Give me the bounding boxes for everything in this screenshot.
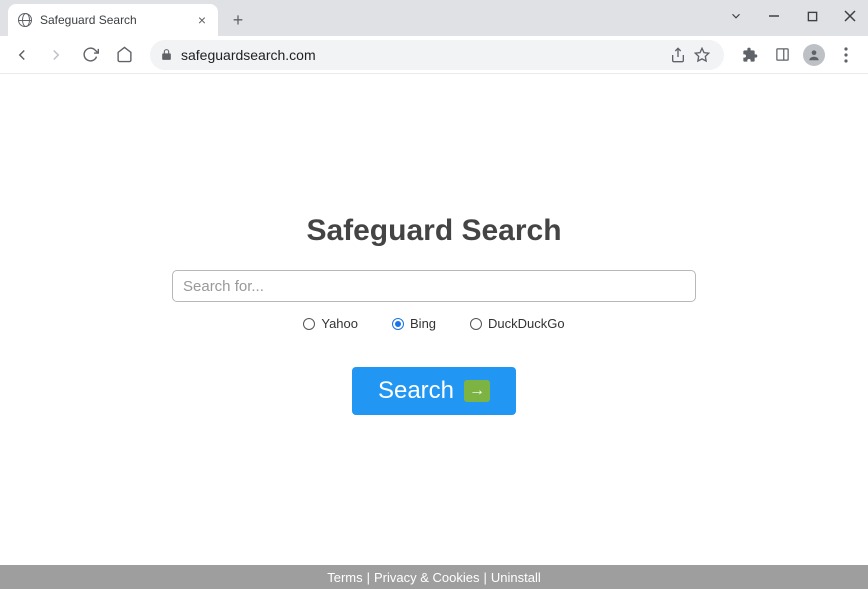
back-button[interactable] [8, 41, 36, 69]
search-button-label: Search [378, 377, 454, 405]
search-button[interactable]: Search → [352, 367, 516, 415]
arrow-right-icon: → [464, 380, 490, 402]
tab-strip: Safeguard Search × + [0, 0, 868, 36]
radio-icon [470, 318, 482, 330]
engine-label: Yahoo [321, 316, 358, 331]
home-button[interactable] [110, 41, 138, 69]
footer-sep: | [367, 570, 370, 585]
footer-uninstall-link[interactable]: Uninstall [491, 570, 541, 585]
footer-terms-link[interactable]: Terms [327, 570, 362, 585]
footer-sep: | [484, 570, 487, 585]
close-tab-icon[interactable]: × [196, 12, 208, 28]
browser-toolbar: safeguardsearch.com [0, 36, 868, 74]
address-bar[interactable]: safeguardsearch.com [150, 40, 724, 70]
bookmark-star-icon[interactable] [690, 47, 714, 63]
lock-icon [160, 48, 173, 61]
engine-radio-group: Yahoo Bing DuckDuckGo [303, 316, 564, 331]
engine-label: DuckDuckGo [488, 316, 565, 331]
browser-tab[interactable]: Safeguard Search × [8, 4, 218, 36]
minimize-icon[interactable] [762, 4, 786, 28]
url-text: safeguardsearch.com [181, 47, 666, 63]
engine-option-yahoo[interactable]: Yahoo [303, 316, 358, 331]
forward-button[interactable] [42, 41, 70, 69]
new-tab-button[interactable]: + [224, 6, 252, 34]
page-content: Safeguard Search Yahoo Bing DuckDuckGo S… [0, 74, 868, 589]
footer: Terms | Privacy & Cookies | Uninstall [0, 565, 868, 589]
toolbar-right [736, 41, 860, 69]
page-title: Safeguard Search [306, 214, 561, 248]
tab-title: Safeguard Search [40, 13, 196, 27]
engine-option-duckduckgo[interactable]: DuckDuckGo [470, 316, 565, 331]
search-input[interactable] [172, 270, 696, 302]
profile-avatar[interactable] [800, 41, 828, 69]
share-icon[interactable] [666, 47, 690, 63]
maximize-icon[interactable] [800, 4, 824, 28]
window-controls [724, 4, 862, 28]
side-panel-icon[interactable] [768, 41, 796, 69]
engine-option-bing[interactable]: Bing [392, 316, 436, 331]
extensions-icon[interactable] [736, 41, 764, 69]
radio-icon [303, 318, 315, 330]
engine-label: Bing [410, 316, 436, 331]
globe-icon [18, 13, 32, 27]
close-window-icon[interactable] [838, 4, 862, 28]
avatar-icon [803, 44, 825, 66]
radio-icon [392, 318, 404, 330]
footer-privacy-link[interactable]: Privacy & Cookies [374, 570, 479, 585]
reload-button[interactable] [76, 41, 104, 69]
chevron-down-icon[interactable] [724, 4, 748, 28]
kebab-menu-icon[interactable] [832, 41, 860, 69]
